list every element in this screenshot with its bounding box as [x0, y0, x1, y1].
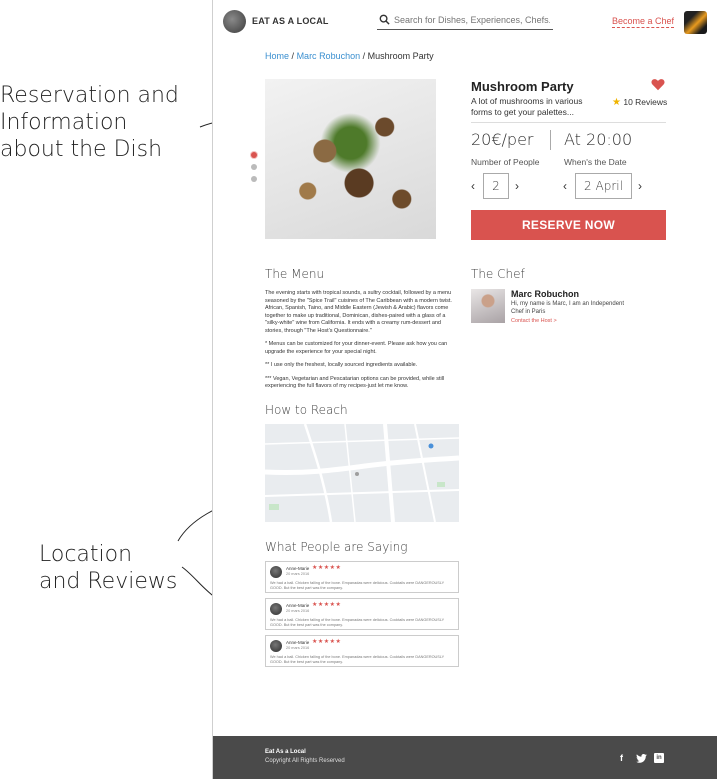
review-count[interactable]: ★ 10 Reviews — [612, 97, 667, 108]
heart-icon[interactable] — [651, 78, 665, 91]
review-date: 20 mars 2016 — [286, 572, 310, 576]
review-date: 20 mars 2016 — [286, 646, 310, 650]
date-field[interactable]: 2 April — [575, 173, 632, 199]
annotation-location: Location and Reviews — [39, 541, 209, 595]
carousel-dots — [251, 152, 257, 188]
review-count-label: 10 Reviews — [623, 97, 668, 107]
user-avatar[interactable] — [684, 11, 707, 34]
annotation-line: about the Dish — [0, 137, 163, 162]
menu-paragraph: The evening starts with tropical sounds,… — [265, 290, 452, 334]
reviews-heading: What People are Saying — [265, 540, 408, 554]
review-text: We had a ball. Chicken falling of the bo… — [270, 618, 445, 627]
date-next-chevron-right-icon[interactable]: › — [638, 179, 642, 193]
annotation-line: Reservation and — [0, 83, 179, 108]
dish-title: Mushroom Party — [471, 79, 574, 94]
star-icon: ★ — [612, 97, 621, 108]
breadcrumb-home[interactable]: Home — [265, 51, 289, 61]
map-graphic — [265, 424, 459, 522]
date-label: When's the Date — [564, 157, 627, 167]
reviewer-avatar — [270, 566, 282, 578]
carousel-dot-1[interactable] — [251, 152, 257, 158]
breadcrumb-separator: / — [362, 51, 366, 61]
rating-stars-icon: ★★★★★ — [312, 565, 342, 571]
dish-price: 20€/per — [471, 130, 534, 149]
divider — [550, 130, 551, 150]
twitter-icon[interactable] — [636, 754, 647, 763]
chef-photo[interactable] — [471, 289, 505, 323]
site-footer: Eat As a Local Copyright All Rights Rese… — [213, 736, 717, 779]
contact-host-link[interactable]: Contact the Host > — [511, 318, 557, 324]
reviewer-name: Anne-Marie — [286, 640, 310, 645]
breadcrumb-chef[interactable]: Marc Robuchon — [297, 51, 361, 61]
search-input[interactable] — [394, 13, 550, 27]
linkedin-icon[interactable]: in — [654, 753, 664, 763]
chef-bio: Hi, my name is Marc, I am an Independent… — [511, 301, 625, 315]
reviewer-name: Anne-Marie — [286, 566, 310, 571]
review-card: Anne-Marie ★★★★★ 20 mars 2016 We had a b… — [265, 598, 459, 630]
breadcrumb: Home / Marc Robuchon / Mushroom Party — [265, 51, 434, 61]
divider — [471, 122, 666, 123]
annotation-reservation: Reservation and Information about the Di… — [0, 82, 200, 163]
site-header: EAT AS A LOCAL Become a Chef — [213, 0, 717, 44]
review-date: 20 mars 2016 — [286, 609, 310, 613]
reviewer-avatar — [270, 640, 282, 652]
review-card: Anne-Marie ★★★★★ 20 mars 2016 We had a b… — [265, 635, 459, 667]
review-card: Anne-Marie ★★★★★ 20 mars 2016 We had a b… — [265, 561, 459, 593]
reserve-now-button[interactable]: RESERVE NOW — [471, 210, 666, 240]
search-icon — [379, 14, 390, 25]
menu-paragraph: *** Vegan, Vegetarian and Pescatarian op… — [265, 375, 445, 390]
menu-heading: The Menu — [265, 267, 325, 281]
page-mockup: EAT AS A LOCAL Become a Chef Home / Marc… — [212, 0, 717, 779]
dish-photo[interactable] — [265, 79, 436, 239]
footer-copyright: Copyright All Rights Reserved — [265, 758, 345, 764]
rating-stars-icon: ★★★★★ — [312, 639, 342, 645]
reach-heading: How to Reach — [265, 403, 348, 417]
annotation-line: Information — [0, 110, 128, 135]
annotation-line: Location — [39, 542, 133, 567]
review-text: We had a ball. Chicken falling of the bo… — [270, 581, 445, 590]
dish-time: At 20:00 — [564, 130, 633, 149]
breadcrumb-separator: / — [291, 51, 295, 61]
location-map[interactable] — [265, 424, 459, 522]
footer-brand: Eat As a Local — [265, 749, 306, 755]
chef-heading: The Chef — [471, 267, 525, 281]
chef-name[interactable]: Marc Robuchon — [511, 289, 579, 299]
menu-paragraph: ** I use only the freshest, locally sour… — [265, 362, 418, 368]
menu-paragraph: * Menus can be customized for your dinne… — [265, 341, 448, 355]
date-prev-chevron-left-icon[interactable]: ‹ — [563, 179, 567, 193]
carousel-dot-3[interactable] — [251, 176, 257, 182]
reviewer-avatar — [270, 603, 282, 615]
menu-description: The evening starts with tropical sounds,… — [265, 290, 459, 397]
facebook-icon[interactable]: f — [620, 753, 623, 763]
people-count-field[interactable]: 2 — [483, 173, 509, 199]
dish-description: A lot of mushrooms in various forms to g… — [471, 96, 583, 117]
reviewer-name: Anne-Marie — [286, 603, 310, 608]
annotation-line: and Reviews — [39, 569, 178, 594]
people-decrement-chevron-left-icon[interactable]: ‹ — [471, 179, 475, 193]
become-chef-link[interactable]: Become a Chef — [612, 16, 675, 28]
review-text: We had a ball. Chicken falling of the bo… — [270, 655, 445, 664]
rating-stars-icon: ★★★★★ — [312, 602, 342, 608]
people-increment-chevron-right-icon[interactable]: › — [515, 179, 519, 193]
breadcrumb-current: Mushroom Party — [367, 51, 434, 61]
carousel-dot-2[interactable] — [251, 164, 257, 170]
people-label: Number of People — [471, 157, 540, 167]
brand-name[interactable]: EAT AS A LOCAL — [252, 16, 329, 26]
search-bar[interactable] — [377, 12, 553, 30]
brand-logo[interactable] — [223, 10, 246, 33]
